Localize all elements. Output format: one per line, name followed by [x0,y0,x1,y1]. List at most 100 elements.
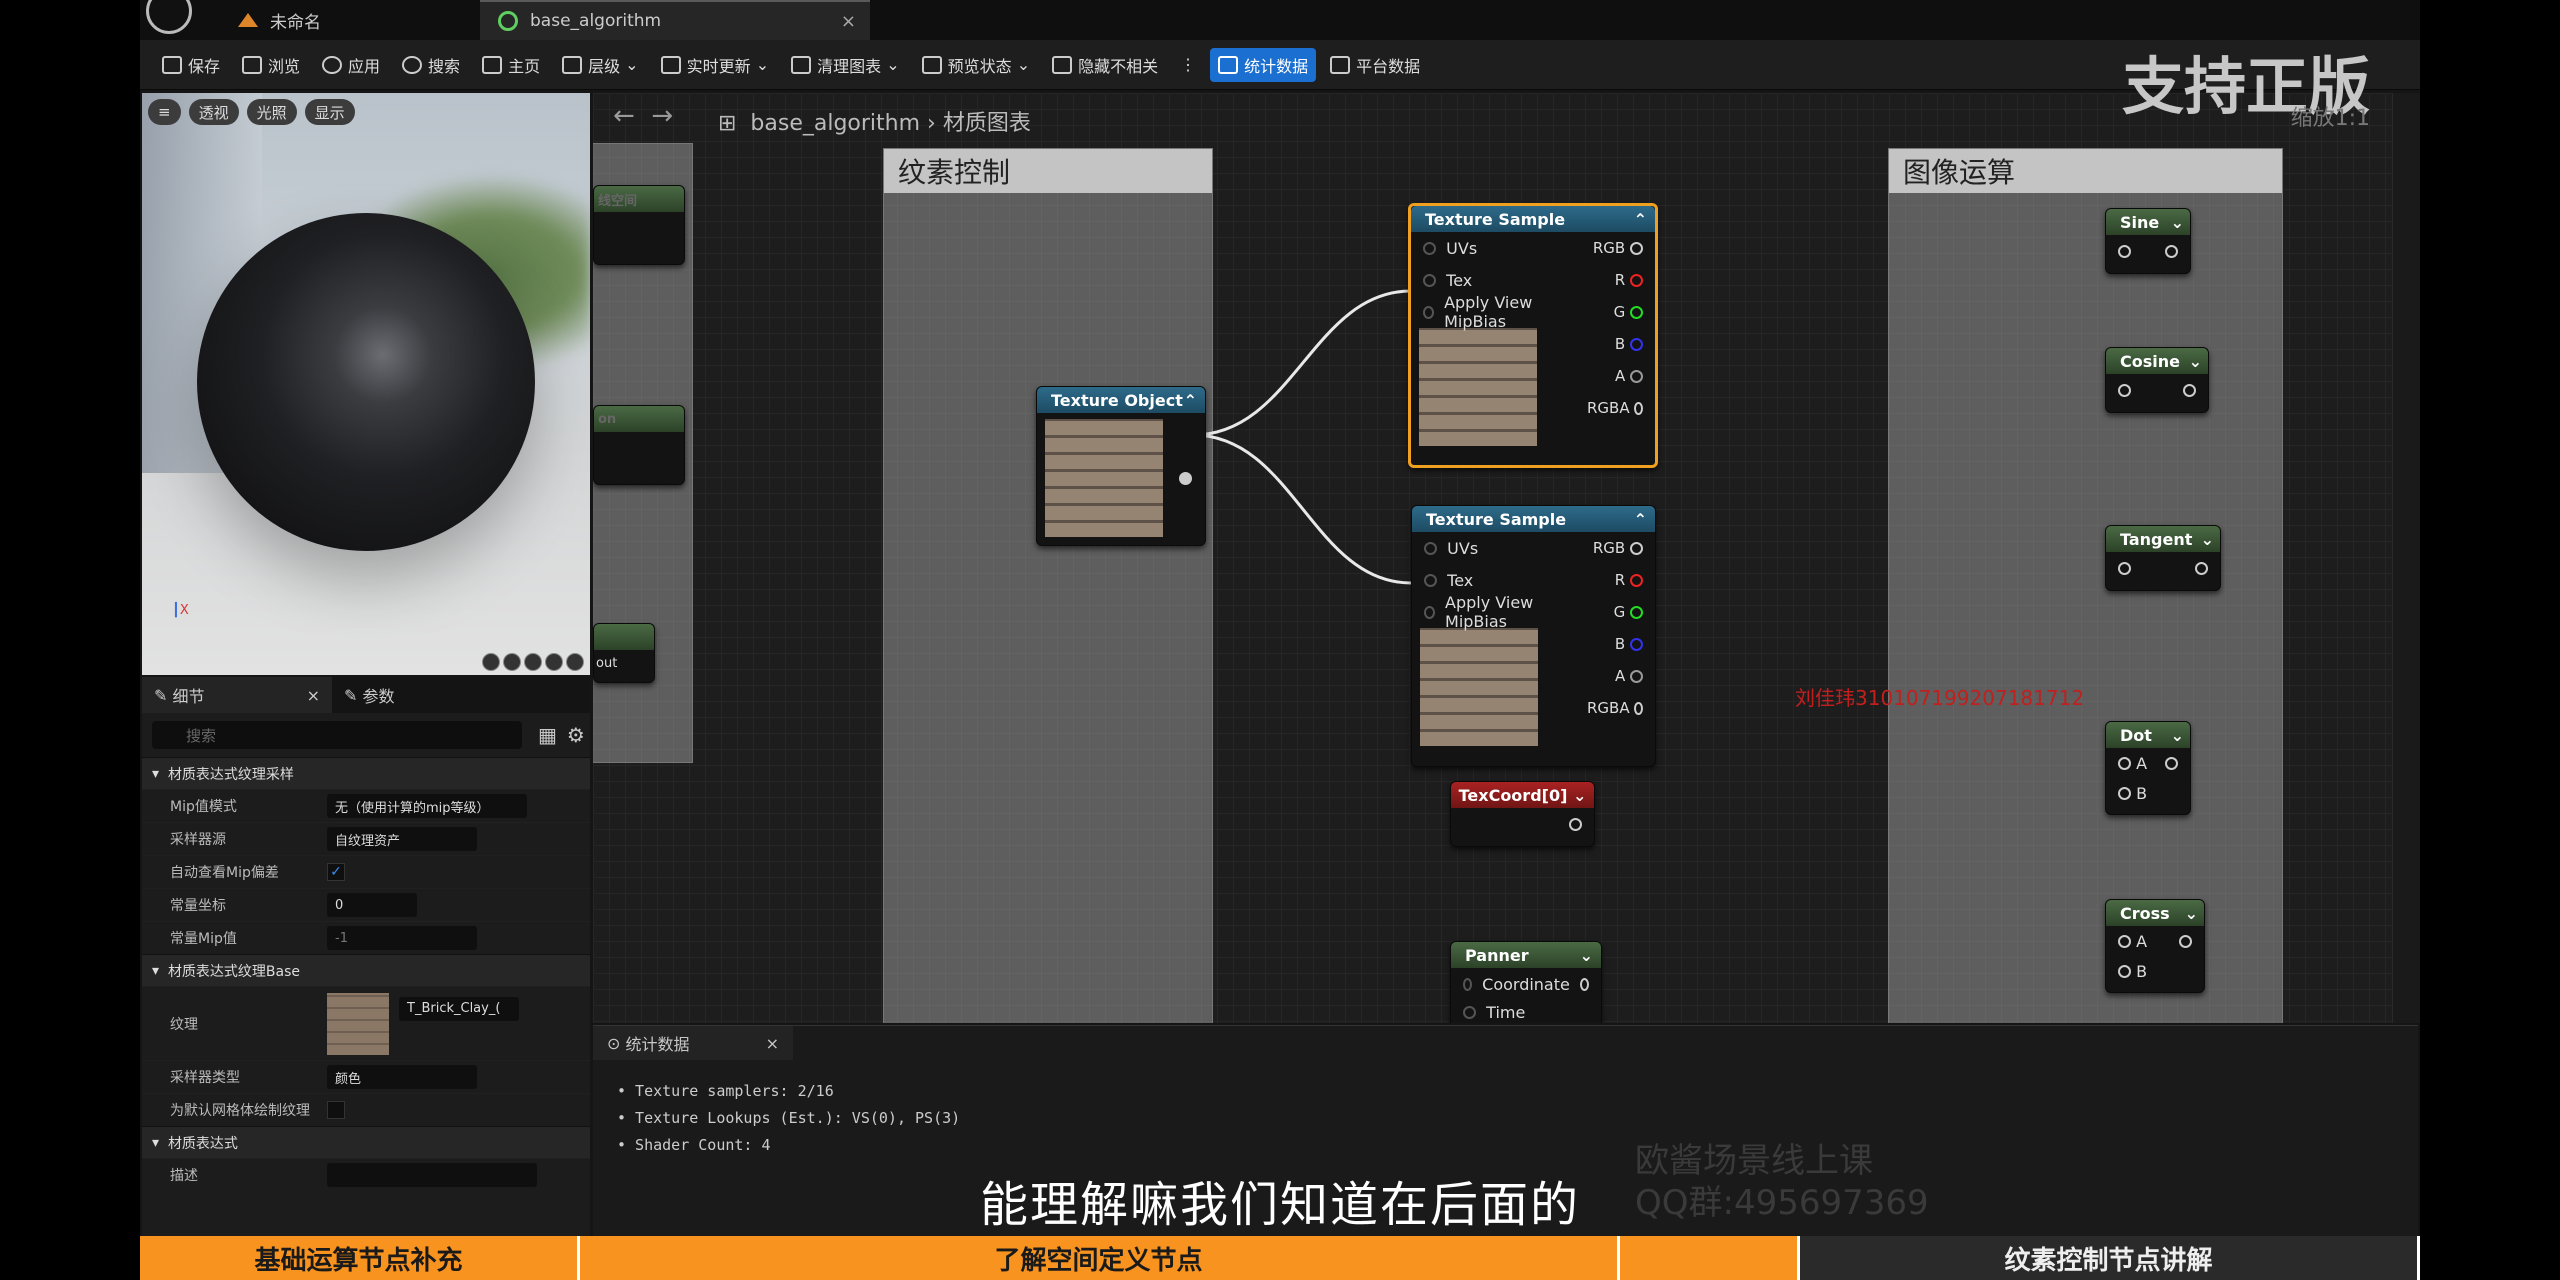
clean-graph-button[interactable]: 清理图表 ⌄ [783,48,908,82]
grid-view-icon[interactable]: ▦ [538,723,557,747]
more-options-icon[interactable]: ⋮ [1172,48,1204,82]
cross-pin-b[interactable]: B [2106,956,2204,986]
details-search-input[interactable]: 搜索 [152,721,522,749]
pin-tex[interactable]: Tex [1411,264,1575,296]
unreal-logo-icon[interactable] [146,0,192,34]
settings-gear-icon[interactable]: ⚙ [567,723,585,747]
chevron-down-icon[interactable]: ⌄ [2171,213,2184,232]
save-button[interactable]: 保存 [154,48,228,82]
preview-state-button[interactable]: 预览状态 ⌄ [914,48,1039,82]
breadcrumb-child[interactable]: 材质图表 [943,111,1031,136]
dot-pin-a[interactable]: A [2106,748,2190,778]
node-panner[interactable]: Panner ⌄ Coordinate Time [1450,941,1602,1023]
out-a[interactable]: A [1575,360,1655,392]
back-arrow-icon[interactable]: ← [613,101,635,131]
node-sine[interactable]: Sine ⌄ [2105,208,2191,274]
breadcrumb-root[interactable]: base_algorithm [750,111,920,136]
auto-mip-checkbox[interactable]: ✓ [327,863,345,881]
home-button[interactable]: 主页 [474,48,548,82]
lighting-button[interactable]: 光照 [246,99,297,125]
tab-base-algorithm[interactable]: base_algorithm × [480,0,870,40]
chevron-down-icon[interactable]: ⌄ [2185,904,2198,923]
hierarchy-button[interactable]: 层级 ⌄ [554,48,647,82]
collapse-icon[interactable]: ⌃ [1634,510,1647,529]
out-rgb[interactable]: RGB [1575,532,1655,564]
cosine-in-pin-icon[interactable] [2118,383,2131,397]
show-button[interactable]: 显示 [304,99,355,125]
chevron-down-icon[interactable]: ⌄ [1573,786,1586,805]
close-stats-icon[interactable]: × [766,1034,779,1053]
node-tangent[interactable]: Tangent ⌄ [2105,525,2221,591]
teapot-icon[interactable] [566,653,584,671]
sine-out-pin-icon[interactable] [2165,244,2178,258]
texcoord-out[interactable] [1451,808,1594,840]
sampler-type-select[interactable]: 颜色 [327,1065,477,1089]
node-texture-object[interactable]: Texture Object ⌃ [1036,386,1206,546]
close-tab-icon[interactable]: × [841,11,856,32]
chevron-down-icon[interactable]: ⌄ [2171,726,2184,745]
search-button[interactable]: 搜索 [394,48,468,82]
collapse-icon[interactable]: ⌃ [1184,391,1197,410]
section-texture-base[interactable]: ▾ 材质表达式纹理Base [142,954,590,986]
cosine-out-pin-icon[interactable] [2183,383,2196,397]
out-b[interactable]: B [1575,328,1655,360]
forward-arrow-icon[interactable]: → [651,101,673,131]
hide-unrelated-button[interactable]: 隐藏不相关 [1044,48,1166,82]
node-texcoord[interactable]: TexCoord[0] ⌄ [1450,781,1595,847]
sine-in-pin-icon[interactable] [2118,244,2131,258]
cylinder-icon[interactable] [482,653,500,671]
node-cross[interactable]: Cross ⌄ A B [2105,899,2205,993]
pin-mipbias[interactable]: Apply View MipBias [1411,293,1575,331]
cube-icon[interactable] [545,653,563,671]
node-texture-sample-2[interactable]: Texture Sample ⌃ UVs Tex Apply View MipBi… [1411,505,1656,767]
default-mesh-checkbox[interactable] [327,1101,345,1119]
chapter-4[interactable]: 纹素控制节点讲解 [1800,1236,2420,1280]
out-rgba[interactable]: RGBA [1575,692,1655,724]
texture-select[interactable]: T_Brick_Clay_( [399,996,519,1021]
preview-viewport[interactable]: ≡ 透视 光照 显示 ┃X [142,93,590,675]
chapter-2[interactable]: 了解空间定义节点 [580,1236,1620,1280]
node-dot[interactable]: Dot ⌄ A B [2105,721,2191,815]
out-g[interactable]: G [1575,596,1655,628]
chevron-down-icon[interactable]: ⌄ [2201,530,2214,549]
live-update-button[interactable]: 实时更新 ⌄ [653,48,778,82]
chapter-1[interactable]: 基础运算节点补充 [140,1236,580,1280]
const-coord-input[interactable]: 0 [327,893,417,917]
stats-button[interactable]: 统计数据 [1210,47,1317,82]
platform-stats-button[interactable]: 平台数据 [1322,48,1428,82]
node-cosine[interactable]: Cosine ⌄ [2105,347,2209,413]
apply-button[interactable]: 应用 [314,48,388,82]
pin-mipbias[interactable]: Apply View MipBias [1412,593,1575,631]
stats-tab[interactable]: ⊙ 统计数据 × [593,1026,793,1060]
out-a[interactable]: A [1575,660,1655,692]
plane-icon[interactable] [524,653,542,671]
pin-uvs[interactable]: UVs [1412,532,1575,564]
sphere-icon[interactable] [503,653,521,671]
viewport-menu-icon[interactable]: ≡ [148,99,181,125]
const-mip-input[interactable]: -1 [327,926,477,950]
perspective-button[interactable]: 透视 [188,99,239,125]
out-rgb[interactable]: RGB [1575,232,1655,264]
out-r[interactable]: R [1575,264,1655,296]
pin-uvs[interactable]: UVs [1411,232,1575,264]
out-g[interactable]: G [1575,296,1655,328]
pin-time[interactable]: Time [1451,1000,1601,1023]
chapter-3[interactable] [1620,1236,1800,1280]
close-details-icon[interactable]: × [307,686,320,705]
right-side-bar[interactable] [2392,93,2420,1023]
tangent-out-pin-icon[interactable] [2195,561,2208,575]
out-rgba[interactable]: RGBA [1575,392,1655,424]
collapse-icon[interactable]: ⌃ [1634,210,1647,229]
material-graph[interactable]: 线空间 on out 纹素控制 图像运算 Texture Object ⌃ Tex… [593,93,2418,1023]
texture-thumbnail[interactable] [327,992,389,1055]
chevron-down-icon[interactable]: ⌄ [1580,946,1593,965]
tab-untitled[interactable]: 未命名 [220,0,520,40]
chevron-down-icon[interactable]: ⌄ [2189,352,2202,371]
tab-details[interactable]: ✎ 细节 × [142,677,332,713]
texture-object-out-pin[interactable] [1179,471,1192,485]
tangent-in-pin-icon[interactable] [2118,561,2131,575]
sampler-source-select[interactable]: 自纹理资产 [327,827,477,851]
dot-pin-b[interactable]: B [2106,778,2190,808]
tab-params[interactable]: ✎ 参数 [332,677,522,713]
out-r[interactable]: R [1575,564,1655,596]
